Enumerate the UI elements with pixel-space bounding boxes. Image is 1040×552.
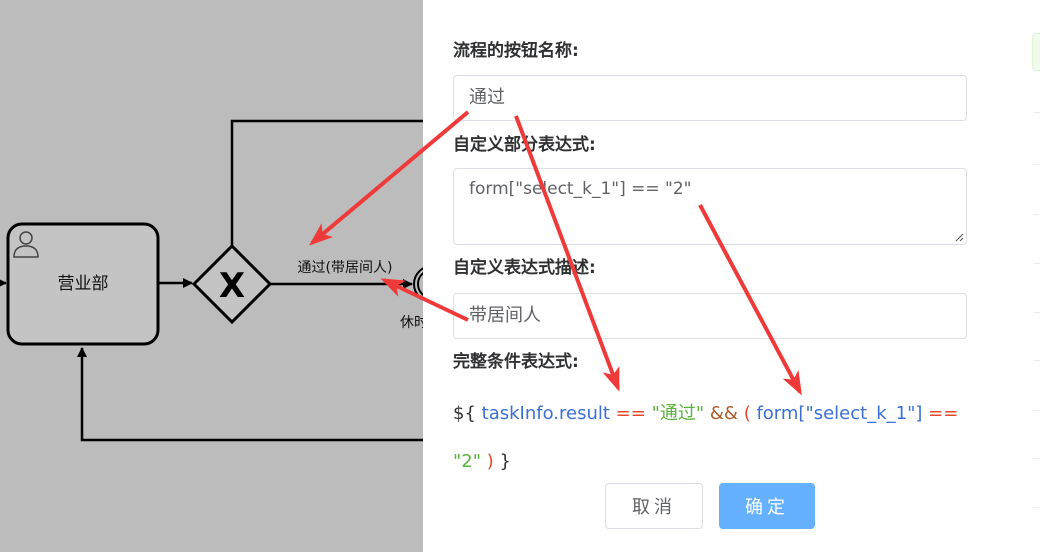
expr-token: ${ (453, 403, 476, 424)
task-node[interactable]: 营业部 (6, 222, 160, 346)
expr-token: && (709, 403, 738, 424)
expression-desc-input[interactable]: 带居间人 (453, 293, 967, 339)
cancel-button[interactable]: 取消 (605, 483, 703, 529)
expr-token: } (499, 451, 511, 472)
button-name-input[interactable]: 通过 (453, 75, 967, 121)
expr-token: "通过" (651, 403, 705, 424)
bpmn-canvas[interactable]: 营业部 X 通过(带居间人) 休时 (0, 0, 423, 552)
custom-expression-textarea[interactable]: form["select_k_1"] == "2" (453, 168, 967, 245)
expr-token: == (615, 403, 646, 424)
expr-token: taskInfo.result (481, 403, 610, 424)
expr-token: ) (486, 451, 494, 472)
loop-back-flow (77, 347, 423, 442)
full-expression-label: 完整条件表达式: (453, 352, 579, 372)
expr-token: == (928, 403, 959, 424)
expr-token: form["select_k_1"] (756, 403, 923, 424)
background-tag (1032, 33, 1040, 71)
expr-token: ( (743, 403, 751, 424)
flow-label: 通过(带居间人) (298, 260, 393, 276)
exclusive-gateway[interactable]: X (191, 243, 273, 325)
task-label: 营业部 (58, 274, 109, 294)
expression-desc-label: 自定义表达式描述: (453, 258, 596, 278)
expr-token: "2" (453, 451, 482, 472)
button-name-label: 流程的按钮名称: (453, 41, 579, 61)
condition-panel: 流程的按钮名称: 通过 自定义部分表达式: form["select_k_1"]… (423, 0, 1040, 552)
bpmn-diagram: 营业部 X 通过(带居间人) 休时 (0, 119, 423, 442)
event-label: 休时 (400, 315, 423, 331)
custom-expression-label: 自定义部分表达式: (453, 135, 596, 155)
resize-grip-icon[interactable] (954, 232, 964, 242)
gateway-top-flow (230, 119, 423, 246)
confirm-button[interactable]: 确定 (719, 483, 815, 529)
gateway-x-icon: X (219, 266, 245, 306)
custom-expression-text: form["select_k_1"] == "2" (469, 179, 692, 199)
full-expression-display: ${ taskInfo.result == "通过" && ( form["se… (453, 390, 973, 486)
